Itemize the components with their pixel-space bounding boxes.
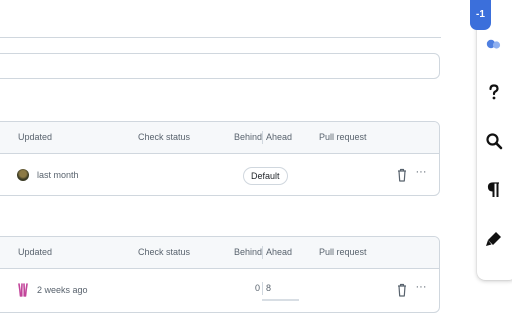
trash-icon[interactable] (395, 167, 409, 183)
pilcrow-icon[interactable] (484, 180, 504, 200)
table-row: last month Default ··· (0, 154, 439, 195)
avatar[interactable] (17, 169, 29, 181)
help-icon[interactable] (484, 82, 504, 102)
team-icon[interactable] (484, 34, 504, 54)
column-behind: Behind (234, 247, 263, 257)
branch-table-default: Updated Check status Behind Ahead Pull r… (0, 121, 440, 196)
default-badge: Default (243, 167, 288, 185)
kebab-icon[interactable]: ··· (413, 167, 429, 180)
branch-search-input[interactable] (0, 53, 440, 79)
column-check-status: Check status (138, 247, 191, 257)
notification-badge[interactable]: -1 (470, 0, 491, 30)
highlighter-icon[interactable] (484, 229, 504, 249)
search-icon[interactable] (484, 131, 504, 151)
column-ahead: Ahead (266, 247, 293, 257)
table-header: Updated Check status Behind Ahead Pull r… (0, 122, 439, 154)
ahead-bar (262, 299, 299, 301)
ahead-count: 8 (266, 283, 272, 293)
trash-icon[interactable] (395, 282, 409, 298)
column-behind: Behind (234, 132, 263, 142)
column-check-status: Check status (138, 132, 191, 142)
column-separator (262, 246, 263, 259)
branch-table-active: Updated Check status Behind Ahead Pull r… (0, 236, 440, 313)
behind-count: 0 (255, 283, 261, 293)
table-row: 2 weeks ago 0 8 ··· (0, 269, 439, 312)
column-pull-request: Pull request (319, 247, 367, 257)
column-ahead: Ahead (266, 132, 293, 142)
avatar[interactable] (17, 283, 29, 297)
updated-time: 2 weeks ago (37, 285, 88, 295)
kebab-icon[interactable]: ··· (413, 282, 429, 295)
column-updated: Updated (18, 132, 53, 142)
section-divider (0, 37, 441, 38)
updated-time: last month (37, 170, 79, 180)
column-updated: Updated (18, 247, 53, 257)
count-separator (262, 282, 263, 295)
column-separator (262, 131, 263, 144)
column-pull-request: Pull request (319, 132, 367, 142)
table-header: Updated Check status Behind Ahead Pull r… (0, 237, 439, 269)
